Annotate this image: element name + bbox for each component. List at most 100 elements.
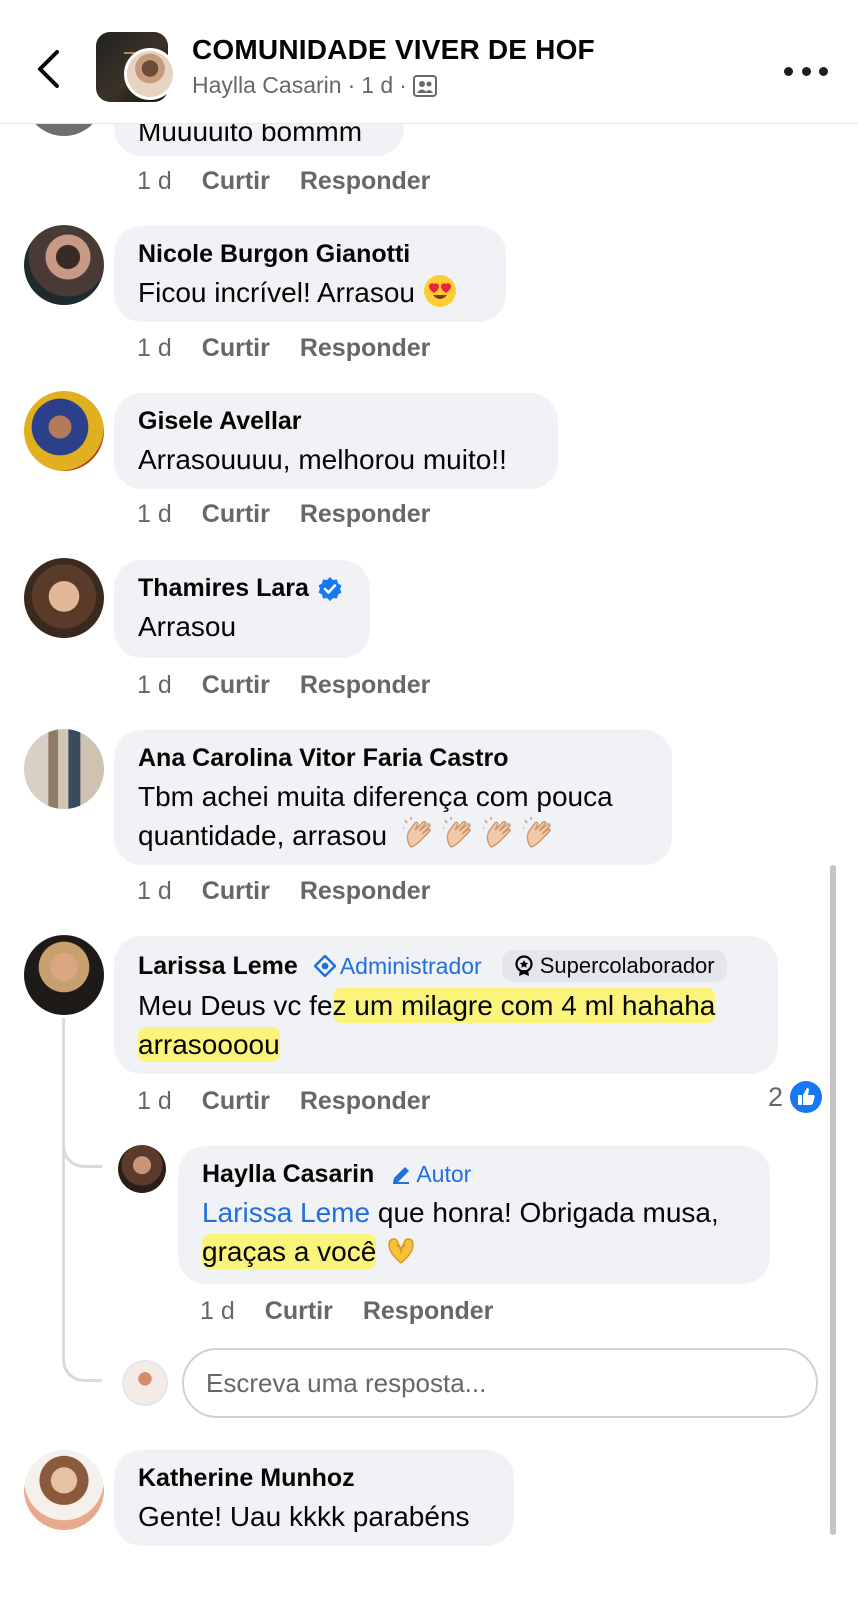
reply-actions: 1 d Curtir Responder xyxy=(200,1297,493,1326)
author-badge[interactable]: Autor xyxy=(390,1161,471,1188)
clapping-hands-emoji-icon xyxy=(402,817,431,848)
commenter-name[interactable]: Nicole Burgon Gianotti xyxy=(138,240,482,269)
comment-text-content: Ficou incrível! Arrasou xyxy=(138,277,415,308)
highlighted-text: arrasoooou xyxy=(138,1027,280,1062)
like-button[interactable]: Curtir xyxy=(202,167,270,196)
post-header: COMUNIDADE VIVER DE HOF Haylla Casarin ·… xyxy=(0,0,858,124)
comment-actions: 1 d Curtir Responder xyxy=(137,500,430,529)
commenter-avatar[interactable] xyxy=(24,225,104,305)
admin-badge[interactable]: Administrador xyxy=(313,952,482,980)
like-button[interactable]: Curtir xyxy=(202,500,270,529)
commenter-avatar[interactable] xyxy=(24,558,104,638)
comment-bubble: Ana Carolina Vitor Faria Castro Tbm ache… xyxy=(114,730,672,865)
commenter-name[interactable]: Larissa Leme xyxy=(138,952,298,981)
dot-icon xyxy=(801,66,811,76)
reply-button[interactable]: Responder xyxy=(300,167,431,196)
comment-text: Gente! Uau kkkk parabéns xyxy=(138,1501,470,1532)
reply-button[interactable]: Responder xyxy=(300,334,431,363)
like-button[interactable]: Curtir xyxy=(202,671,270,700)
reaction-count: 2 xyxy=(768,1081,784,1112)
reply-author-name[interactable]: Haylla Casarin xyxy=(202,1160,374,1189)
reply-button[interactable]: Responder xyxy=(300,671,431,700)
comment-time[interactable]: 1 d xyxy=(137,877,172,906)
highlighted-text: graças a você xyxy=(202,1234,377,1269)
comment-actions: 1 d Curtir Responder xyxy=(137,334,430,363)
comment-text: Ficou incrível! Arrasou xyxy=(138,273,482,312)
comment-text-line1: Tbm achei muita diferença com pouca xyxy=(138,781,613,812)
comment-bubble: Larissa Leme Administrador Supercolabora… xyxy=(114,936,778,1074)
reply-input[interactable] xyxy=(182,1348,818,1418)
verified-badge-icon xyxy=(318,576,342,601)
reply-time[interactable]: 1 d xyxy=(200,1297,235,1326)
pencil-icon xyxy=(393,1166,410,1184)
reply-button[interactable]: Responder xyxy=(300,1087,431,1116)
mention-link[interactable]: Larissa Leme xyxy=(202,1197,370,1228)
like-button[interactable]: Curtir xyxy=(265,1297,333,1326)
commenter-name[interactable]: Thamires Lara xyxy=(138,574,309,603)
commenter-avatar[interactable] xyxy=(24,935,104,1015)
comment-bubble: Thamires Lara Arrasou xyxy=(114,560,370,658)
scrollbar[interactable] xyxy=(830,865,836,1535)
reaction-summary[interactable]: 2 xyxy=(768,1080,823,1114)
commenter-name[interactable]: Katherine Munhoz xyxy=(138,1464,490,1493)
reply-author-avatar[interactable] xyxy=(118,1145,166,1193)
comment-bubble: Gisele Avellar Arrasouuuu, melhorou muit… xyxy=(114,393,558,489)
commenter-name[interactable]: Gisele Avellar xyxy=(138,407,534,436)
reply-button[interactable]: Responder xyxy=(300,500,431,529)
comment-time[interactable]: 1 d xyxy=(137,334,172,363)
like-reaction-icon xyxy=(790,1081,823,1113)
commenter-name-row: Thamires Lara xyxy=(138,574,346,603)
comment-text-content: quantidade, arrasou xyxy=(138,820,388,851)
clapping-hands-emoji-group xyxy=(395,817,557,851)
author-avatar[interactable] xyxy=(124,48,176,100)
comment-time[interactable]: 1 d xyxy=(137,671,172,700)
reply-button[interactable]: Responder xyxy=(300,877,431,906)
reply-text-line2: graças a você xyxy=(202,1232,746,1271)
comment-time[interactable]: 1 d xyxy=(137,1087,172,1116)
clapping-hands-emoji-icon xyxy=(522,817,551,848)
comment-actions: 1 d Curtir Responder xyxy=(137,671,430,700)
admin-badge-label: Administrador xyxy=(339,952,482,979)
heart-hands-emoji-icon xyxy=(388,1238,414,1264)
like-button[interactable]: Curtir xyxy=(202,1087,270,1116)
award-icon xyxy=(515,955,533,976)
post-meta: Haylla Casarin · 1 d · xyxy=(192,72,437,99)
heart-eyes-emoji-icon xyxy=(423,275,456,307)
comment-text: Arrasouuuu, melhorou muito!! xyxy=(138,444,507,475)
back-button[interactable] xyxy=(28,44,68,94)
dot-icon xyxy=(819,66,828,76)
comment-text: Arrasou xyxy=(138,611,237,642)
reply-text-line1: Larissa Leme que honra! Obrigada musa, xyxy=(202,1193,746,1232)
group-privacy-icon xyxy=(412,74,437,97)
commenter-name[interactable]: Ana Carolina Vitor Faria Castro xyxy=(138,744,648,773)
clapping-hands-emoji-icon xyxy=(482,817,511,848)
comment-text-line2: arrasoooou xyxy=(138,1025,754,1064)
more-options-button[interactable] xyxy=(784,56,828,86)
comment-actions: 1 d Curtir Responder xyxy=(137,167,430,196)
like-button[interactable]: Curtir xyxy=(202,334,270,363)
reply-button[interactable]: Responder xyxy=(363,1297,494,1326)
post-author[interactable]: Haylla Casarin xyxy=(192,72,342,99)
commenter-name-row: Larissa Leme Administrador Supercolabora… xyxy=(138,950,754,982)
meta-separator: · xyxy=(399,72,407,98)
comment-bubble: Nicole Burgon Gianotti Ficou incrível! A… xyxy=(114,226,506,322)
comment-time[interactable]: 1 d xyxy=(137,167,172,196)
comment-actions: 1 d Curtir Responder xyxy=(137,1087,430,1116)
meta-separator: · xyxy=(347,72,356,98)
commenter-avatar[interactable] xyxy=(24,391,104,471)
comment-time[interactable]: 1 d xyxy=(137,500,172,529)
group-title[interactable]: COMUNIDADE VIVER DE HOF xyxy=(192,34,595,66)
comment-text-content: Meu Deus vc fe xyxy=(138,990,333,1021)
reply-author-row: Haylla Casarin Autor xyxy=(202,1160,746,1189)
admin-shield-icon xyxy=(313,955,336,977)
commenter-avatar[interactable] xyxy=(24,729,104,809)
comment-text-line1: Meu Deus vc fez um milagre com 4 ml haha… xyxy=(138,986,754,1025)
top-contributor-badge[interactable]: Supercolaborador xyxy=(501,950,727,982)
like-button[interactable]: Curtir xyxy=(202,877,270,906)
author-badge-label: Autor xyxy=(416,1161,472,1187)
reply-bubble: Haylla Casarin Autor Larissa Leme que ho… xyxy=(178,1146,770,1284)
bottom-spacer xyxy=(0,1556,858,1600)
post-time[interactable]: 1 d xyxy=(361,72,393,99)
comment-bubble: Katherine Munhoz Gente! Uau kkkk parabén… xyxy=(114,1450,514,1546)
commenter-avatar[interactable] xyxy=(24,1450,104,1530)
